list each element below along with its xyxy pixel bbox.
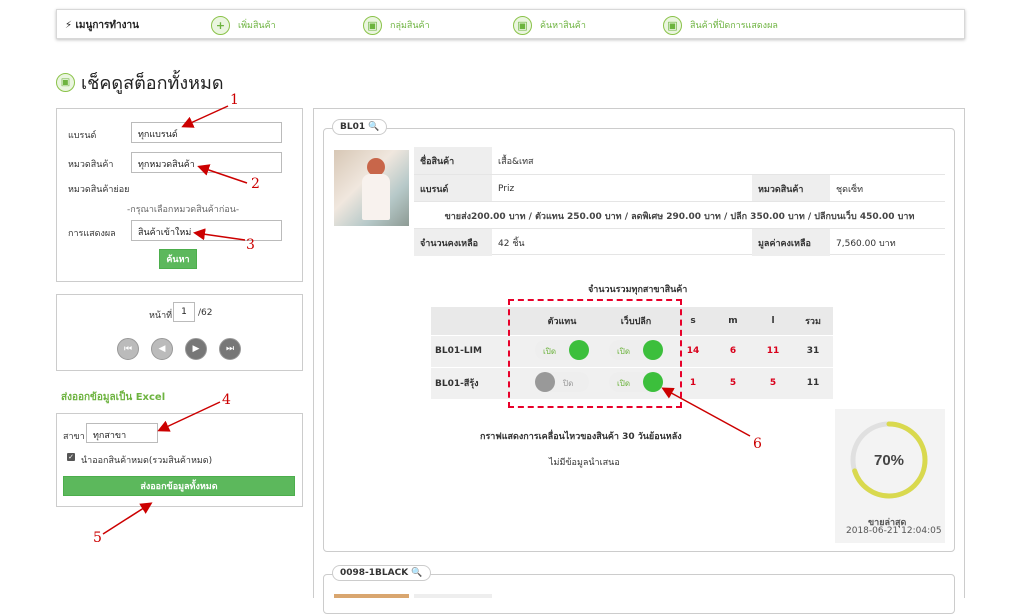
annotation-4: 4: [222, 392, 231, 408]
arrow-5: [102, 502, 153, 535]
arrow-1: [181, 105, 229, 128]
arrow-2: [197, 164, 248, 184]
annotation-2: 2: [251, 176, 260, 192]
arrow-4: [157, 401, 221, 432]
arrow-6: [661, 387, 751, 437]
annotation-6: 6: [753, 436, 762, 452]
annotation-5: 5: [93, 530, 102, 546]
arrow-3: [193, 228, 246, 241]
annotation-3: 3: [246, 237, 255, 253]
annotation-arrows: [102, 105, 751, 535]
annotation-1: 1: [230, 92, 239, 108]
